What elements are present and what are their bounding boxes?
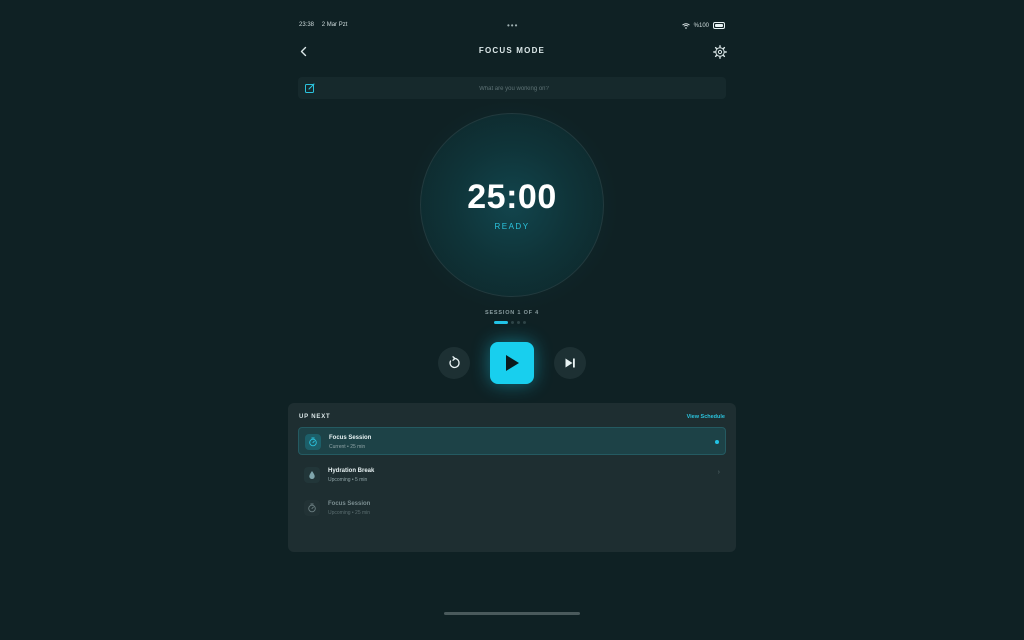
timer-icon (308, 503, 316, 513)
session-dot-4 (523, 321, 526, 324)
item-meta: Upcoming • 25 min (328, 510, 371, 516)
timer-icon (309, 437, 317, 447)
multitasking-dots-icon[interactable]: ••• (507, 21, 518, 30)
session-label: SESSION 1 OF 4 (485, 310, 539, 316)
skip-next-icon (565, 358, 575, 368)
play-icon (506, 355, 519, 371)
session-dot-1 (494, 321, 508, 324)
play-button[interactable] (490, 342, 534, 384)
view-schedule-link[interactable]: View Schedule (687, 414, 725, 420)
timer-status: READY (494, 222, 530, 231)
session-dot-3 (517, 321, 520, 324)
status-date: 2 Mar Pzt (321, 22, 348, 28)
wifi-icon (681, 22, 690, 29)
status-time: 23:38 (299, 22, 315, 28)
status-time-date: 23:38 2 Mar Pzt (299, 22, 353, 28)
session-progress-dots (494, 321, 526, 324)
page-title: FOCUS MODE (478, 46, 546, 55)
list-item-focus-session-upcoming[interactable]: Focus Session Upcoming • 25 min (298, 494, 726, 522)
current-indicator-dot (715, 440, 719, 444)
list-item-hydration-break[interactable]: Hydration Break Upcoming • 5 min › (298, 461, 726, 489)
item-icon-box (304, 500, 320, 516)
item-name: Hydration Break (328, 468, 375, 474)
skip-button[interactable] (554, 347, 586, 379)
item-meta: Upcoming • 5 min (328, 477, 368, 483)
edit-icon (305, 83, 315, 93)
item-name: Focus Session (329, 435, 372, 441)
chevron-right-icon: › (717, 469, 720, 476)
up-next-title: UP NEXT (299, 414, 331, 420)
timer-display: 25:00 (467, 178, 557, 216)
status-indicators: %100 (681, 22, 725, 29)
home-indicator[interactable] (444, 612, 580, 615)
list-item-focus-session-current[interactable]: Focus Session Current • 25 min (298, 427, 726, 455)
gear-icon (713, 45, 727, 59)
item-icon-box (304, 467, 320, 483)
settings-button[interactable] (712, 44, 728, 60)
battery-percent: %100 (693, 22, 709, 29)
item-icon-box (305, 434, 321, 450)
battery-icon (713, 22, 725, 29)
water-drop-icon (309, 471, 315, 479)
item-meta: Current • 25 min (329, 444, 366, 450)
session-dot-2 (511, 321, 514, 324)
up-next-panel: UP NEXT View Schedule Focus Session Curr… (288, 403, 736, 552)
reset-button[interactable] (438, 347, 470, 379)
item-name: Focus Session (328, 501, 371, 507)
reset-icon (449, 356, 460, 369)
status-bar: 23:38 2 Mar Pzt ••• %100 (299, 21, 725, 32)
